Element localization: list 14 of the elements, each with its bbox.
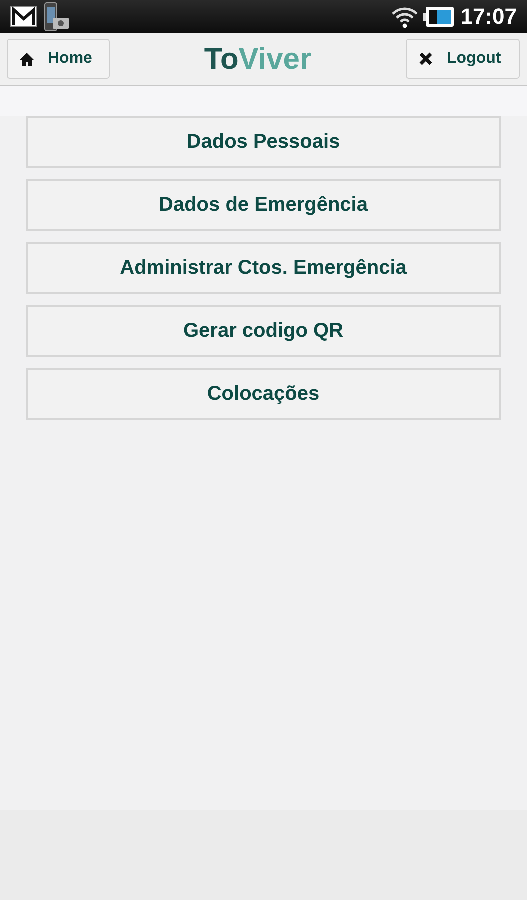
logout-button[interactable]: Logout — [406, 39, 520, 79]
clock-time: 17:07 — [460, 3, 517, 31]
logo: ToViver — [204, 42, 312, 78]
menu-button[interactable]: Dados de Emergência — [26, 179, 501, 231]
close-icon — [419, 52, 433, 66]
menu-button[interactable]: Administrar Ctos. Emergência — [26, 242, 501, 294]
home-button[interactable]: Home — [7, 39, 110, 79]
menu-button[interactable]: Colocações — [26, 368, 501, 420]
menu-button[interactable]: Dados Pessoais — [26, 116, 501, 168]
battery-icon — [422, 4, 455, 28]
menu-button[interactable]: Gerar codigo QR — [26, 305, 501, 357]
mail-icon — [10, 6, 38, 28]
phone-camera-icon — [44, 2, 70, 32]
home-icon — [20, 52, 34, 66]
